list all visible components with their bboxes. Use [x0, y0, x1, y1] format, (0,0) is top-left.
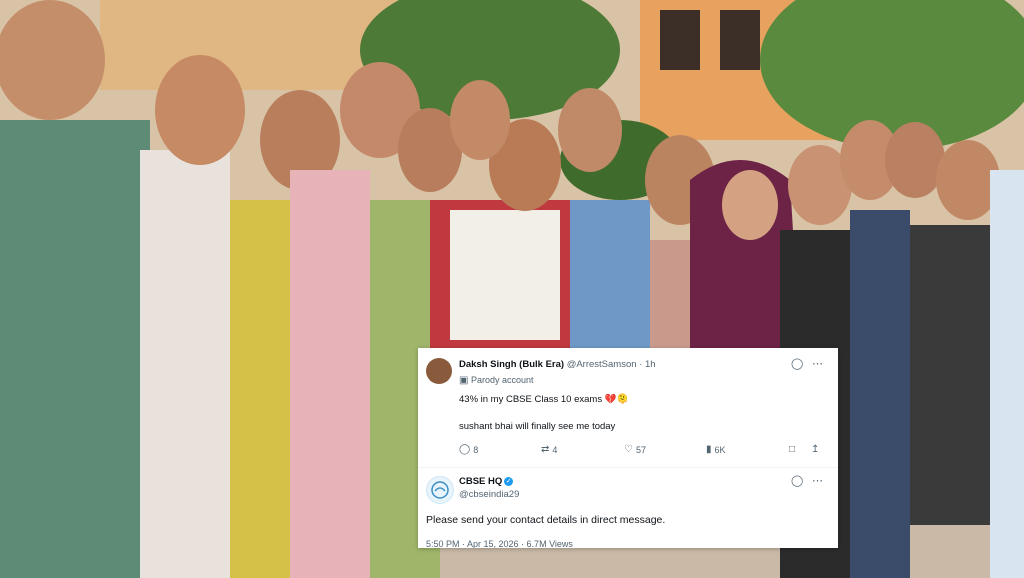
avatar[interactable]: [426, 358, 452, 384]
share-icon: ↥: [811, 444, 820, 455]
author-name[interactable]: Daksh Singh (Bulk Era): [459, 359, 564, 370]
reply-count: 8: [473, 444, 479, 455]
views-button[interactable]: ▮ 6K: [706, 444, 726, 455]
more-icon[interactable]: ⋯: [812, 357, 823, 370]
like-button[interactable]: ♡ 57: [624, 444, 646, 455]
reply-text: Please send your contact details in dire…: [426, 514, 666, 526]
views-icon: ▮: [706, 444, 712, 455]
cbse-logo: [431, 481, 449, 499]
reply-handle[interactable]: @cbseindia29: [459, 489, 519, 500]
original-tweet: Daksh Singh (Bulk Era) @ArrestSamson · 1…: [418, 348, 838, 468]
tweet-time[interactable]: · 1h: [639, 359, 655, 370]
parody-label: ▣ Parody account: [459, 375, 534, 386]
share-button[interactable]: ↥: [811, 444, 819, 455]
reply-button[interactable]: ◯ 8: [459, 444, 478, 455]
repost-icon: ⇄: [541, 444, 550, 455]
like-count: 57: [635, 444, 646, 455]
account-label: Parody account: [470, 375, 534, 385]
reply-tweet: CBSE HQ ✓ @cbseindia29 ◯ ⋯ Please send yo…: [418, 468, 838, 548]
reply-author-name[interactable]: CBSE HQ: [459, 476, 502, 487]
parody-icon: ▣: [459, 375, 469, 386]
tweet-text-line-1: 43% in my CBSE Class 10 exams 💔🫠: [459, 394, 629, 405]
repost-button[interactable]: ⇄ 4: [541, 444, 557, 455]
cbse-logo-avatar[interactable]: [426, 476, 454, 504]
repost-count: 4: [552, 444, 558, 455]
reply-footer: 5:50 PM · Apr 15, 2026 · 6.7M Views: [426, 539, 573, 548]
tweet-screenshot-card: Daksh Singh (Bulk Era) @ArrestSamson · 1…: [418, 348, 838, 548]
reply-header: CBSE HQ ✓: [459, 476, 514, 487]
tweet-action-bar: ◯ 8 ⇄ 4 ♡ 57 ▮ 6K □ ↥: [459, 444, 829, 458]
tweet-text-line-2: sushant bhai will finally see me today: [459, 421, 616, 432]
bookmark-button[interactable]: □: [789, 444, 795, 455]
more-icon[interactable]: ⋯: [812, 474, 823, 487]
grok-icon[interactable]: ◯: [791, 357, 803, 370]
verified-icon: ✓: [504, 476, 514, 486]
bookmark-icon: □: [789, 444, 796, 455]
author-handle[interactable]: @ArrestSamson: [567, 359, 637, 370]
heart-icon: ♡: [624, 444, 633, 455]
views-count: 6K: [714, 444, 726, 455]
reply-icon: ◯: [459, 444, 471, 455]
tweet-header: Daksh Singh (Bulk Era) @ArrestSamson · 1…: [459, 359, 656, 370]
grok-icon[interactable]: ◯: [791, 474, 803, 487]
